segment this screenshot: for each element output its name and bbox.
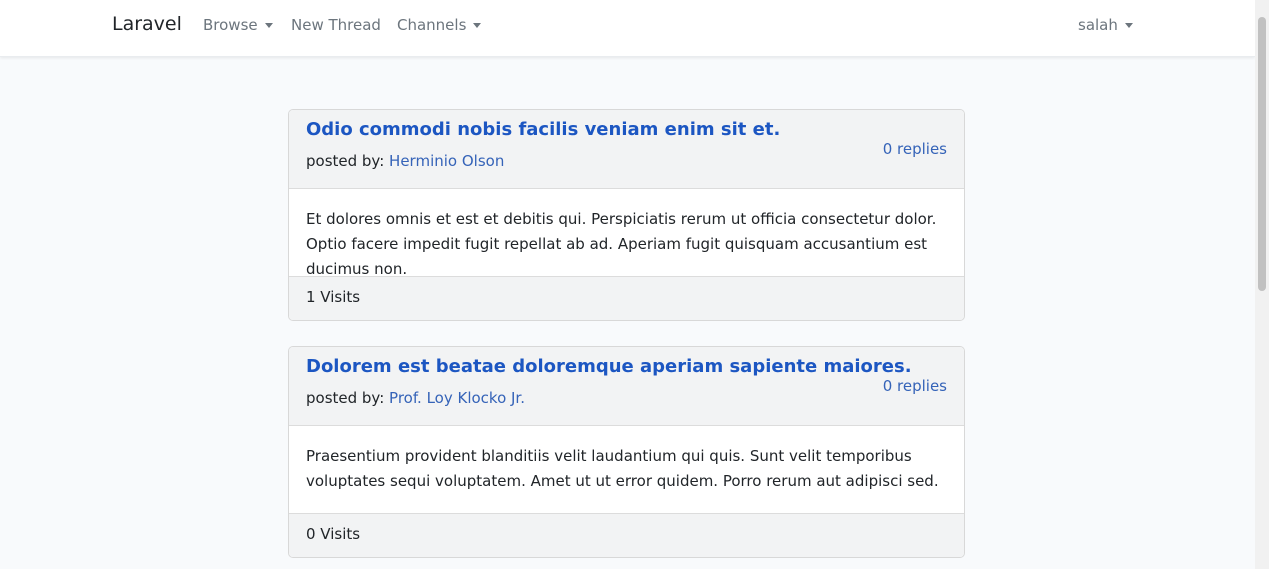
scrollbar-thumb[interactable] bbox=[1258, 17, 1266, 291]
author-link[interactable]: Prof. Loy Klocko Jr. bbox=[389, 389, 525, 407]
browse-label: Browse bbox=[203, 16, 258, 34]
thread-card: Dolorem est beatae doloremque aperiam sa… bbox=[288, 346, 965, 558]
thread-title-link[interactable]: Odio commodi nobis facilis veniam enim s… bbox=[306, 119, 780, 140]
user-name: salah bbox=[1078, 16, 1118, 34]
author-link[interactable]: Herminio Olson bbox=[389, 152, 504, 170]
visits-count: 1 Visits bbox=[289, 276, 964, 320]
thread-card-header: Dolorem est beatae doloremque aperiam sa… bbox=[289, 347, 964, 426]
visits-count: 0 Visits bbox=[289, 513, 964, 557]
caret-down-icon bbox=[473, 22, 482, 28]
posted-by: posted by: Prof. Loy Klocko Jr. bbox=[306, 389, 525, 407]
browse-dropdown[interactable]: Browse bbox=[203, 16, 273, 34]
vertical-scrollbar[interactable] bbox=[1255, 0, 1269, 569]
new-thread-link[interactable]: New Thread bbox=[291, 16, 381, 34]
thread-card-header: Odio commodi nobis facilis veniam enim s… bbox=[289, 110, 964, 189]
channels-dropdown[interactable]: Channels bbox=[397, 16, 482, 34]
channels-label: Channels bbox=[397, 16, 467, 34]
caret-down-icon bbox=[264, 22, 273, 28]
thread-title-link[interactable]: Dolorem est beatae doloremque aperiam sa… bbox=[306, 356, 912, 377]
posted-by-label: posted by: bbox=[306, 152, 390, 170]
caret-down-icon bbox=[1124, 22, 1133, 28]
user-dropdown[interactable]: salah bbox=[1078, 16, 1133, 34]
replies-link[interactable]: 0 replies bbox=[883, 140, 947, 158]
thread-card: Odio commodi nobis facilis veniam enim s… bbox=[288, 109, 965, 321]
brand-link[interactable]: Laravel bbox=[112, 13, 182, 35]
replies-link[interactable]: 0 replies bbox=[883, 377, 947, 395]
posted-by: posted by: Herminio Olson bbox=[306, 152, 504, 170]
thread-body: Praesentium provident blanditiis velit l… bbox=[306, 447, 939, 490]
posted-by-label: posted by: bbox=[306, 389, 390, 407]
thread-body: Et dolores omnis et est et debitis qui. … bbox=[306, 210, 937, 278]
navbar: Laravel Browse New Thread Channels salah bbox=[0, 0, 1255, 57]
